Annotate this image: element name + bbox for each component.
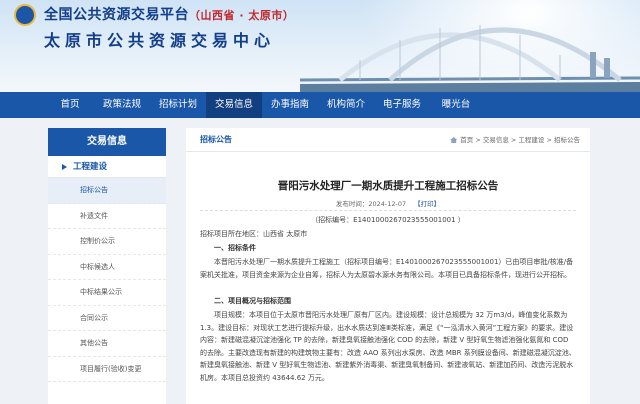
sidebar: 交易信息 工程建设 招标公告 补遗文件 控制价公示 中标候选人 中标结果公示 合…	[48, 128, 166, 404]
sidebar-item-contract[interactable]: 合同公示	[48, 306, 166, 331]
sidebar-item-candidates[interactable]: 中标候选人	[48, 255, 166, 280]
bridge-banner-image	[300, 25, 640, 92]
sidebar-item-addendum[interactable]: 补遗文件	[48, 204, 166, 229]
sidebar-heading: 交易信息	[48, 128, 166, 156]
sidebar-item-control-price[interactable]: 控制价公示	[48, 229, 166, 255]
project-location: 招标项目所在地区：山西省 太原市	[200, 230, 308, 238]
title-divider	[200, 210, 576, 211]
main-content: 招标公告 首页 > 交易信息 > 工程建设 > 招标公告 晋阳污水处理厂一期水质…	[186, 128, 590, 404]
sidebar-item-award-result[interactable]: 中标结果公示	[48, 280, 166, 306]
sidebar-item-change[interactable]: 项目履行(验收)变更	[48, 357, 166, 382]
triangle-right-icon	[62, 163, 67, 170]
print-link[interactable]: 【打印】	[414, 200, 440, 208]
platform-title-region: （山西省 · 太原市）	[189, 9, 295, 22]
paragraph-overview: 项目规模：本项目位于太原市晋阳污水处理厂原有厂区内。建设规模：设计总规模为 32…	[200, 311, 576, 382]
nav-item-guide[interactable]: 办事指南	[262, 92, 318, 118]
nav-item-bid-plan[interactable]: 招标计划	[150, 92, 206, 118]
site-logo-icon[interactable]	[14, 4, 36, 26]
center-title: 太原市公共资源交易中心	[44, 31, 276, 50]
publish-label: 发布时间：	[335, 200, 369, 208]
home-icon	[450, 137, 458, 143]
platform-title: 全国公共资源交易平台（山西省 · 太原市）	[44, 4, 294, 24]
breadcrumb: 首页 > 交易信息 > 工程建设 > 招标公告	[450, 128, 580, 152]
sidebar-category-label: 工程建设	[73, 161, 108, 172]
section-title: 招标公告	[200, 135, 232, 144]
article-title: 晋阳污水处理厂一期水质提升工程施工招标公告	[277, 180, 499, 192]
breadcrumb-text[interactable]: 首页 > 交易信息 > 工程建设 > 招标公告	[460, 136, 580, 144]
bid-number: （招标编号：E1401000267023555001001 ）	[311, 216, 465, 224]
publish-date: 2024-12-07	[368, 200, 407, 208]
sidebar-item-bid-notice[interactable]: 招标公告	[48, 178, 166, 204]
main-nav: 首页 政策法规 招标计划 交易信息 办事指南 机构简介 电子服务 曝光台	[0, 92, 640, 118]
platform-title-main: 全国公共资源交易平台	[44, 7, 189, 23]
sidebar-item-other[interactable]: 其他公告	[48, 331, 166, 357]
nav-item-trade-info[interactable]: 交易信息	[206, 92, 262, 118]
article-meta: 发布时间：2024-12-07 【打印】	[186, 198, 590, 208]
nav-item-policy[interactable]: 政策法规	[94, 92, 150, 118]
section-heading-overview: 二、项目概况与招标范围	[214, 297, 291, 305]
nav-item-home[interactable]: 首页	[46, 92, 94, 118]
paragraph-conditions: 本晋阳污水处理厂一期水质提升工程施工（招标项目编号：E1401000267023…	[200, 258, 574, 279]
nav-item-e-service[interactable]: 电子服务	[374, 92, 430, 118]
sidebar-category-construction[interactable]: 工程建设	[48, 156, 166, 178]
site-header: 全国公共资源交易平台（山西省 · 太原市） 太原市公共资源交易中心	[0, 0, 640, 92]
section-heading-conditions: 一、招标条件	[214, 244, 256, 252]
nav-item-about[interactable]: 机构简介	[318, 92, 374, 118]
section-header: 招标公告 首页 > 交易信息 > 工程建设 > 招标公告	[186, 128, 590, 152]
nav-item-exposure[interactable]: 曝光台	[430, 92, 482, 118]
